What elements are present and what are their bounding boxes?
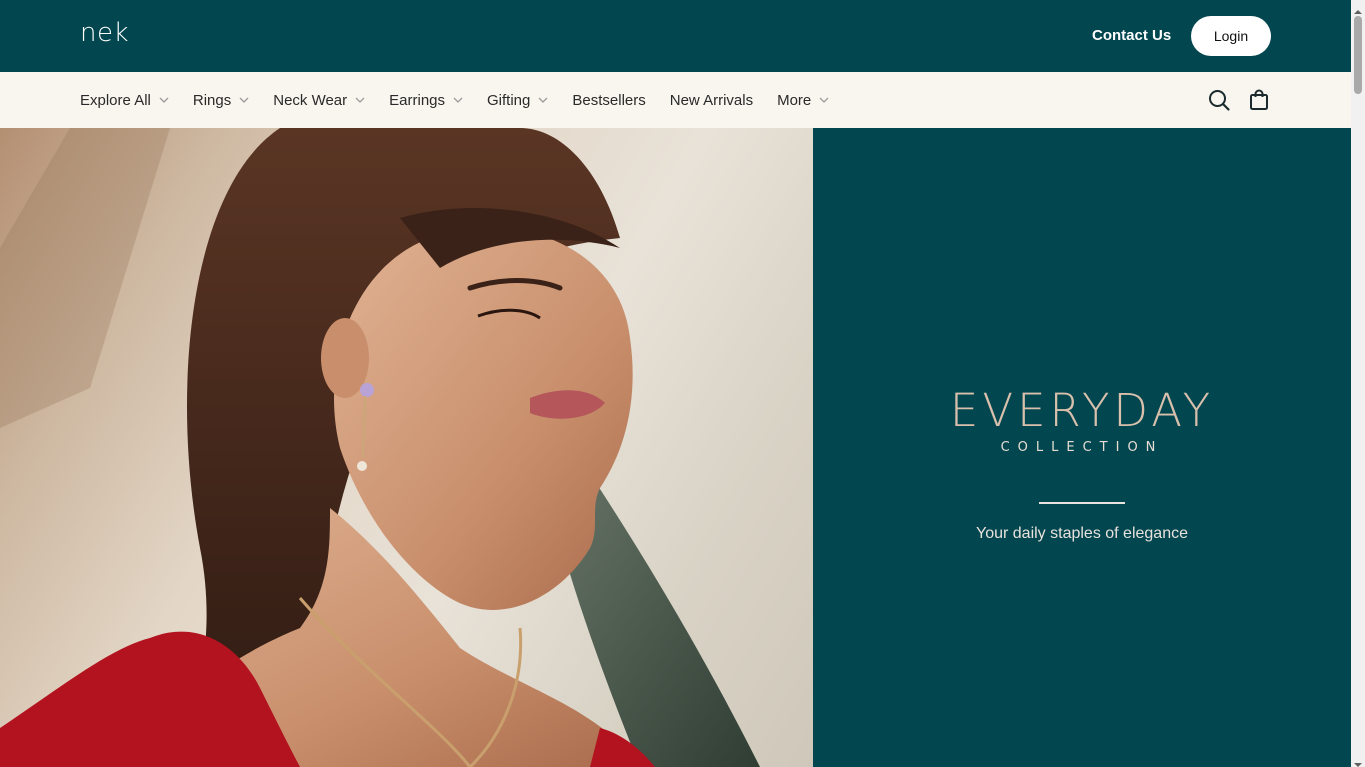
login-button[interactable]: Login (1191, 16, 1271, 56)
shopping-bag-icon[interactable] (1247, 88, 1271, 112)
chevron-down-icon (538, 95, 548, 105)
scrollbar-thumb[interactable] (1354, 16, 1362, 94)
nav-item-bestsellers[interactable]: Bestsellers (572, 92, 645, 109)
chevron-down-icon (355, 95, 365, 105)
nav-item-gifting[interactable]: Gifting (487, 92, 548, 109)
nav-item-label: Neck Wear (273, 91, 348, 109)
nav-item-label: Bestsellers (572, 91, 646, 109)
scroll-down-icon[interactable] (1354, 756, 1362, 767)
nav-item-more[interactable]: More (777, 92, 829, 109)
brand-logo[interactable]: nek (80, 18, 129, 48)
nav-item-neck-wear[interactable]: Neck Wear (273, 92, 365, 109)
top-header: nek Contact Us Login (0, 0, 1351, 72)
nav-item-label: Gifting (487, 91, 531, 109)
chevron-down-icon (159, 95, 169, 105)
nav-item-label: Explore All (80, 91, 151, 109)
search-icon[interactable] (1207, 88, 1231, 112)
contact-us-link[interactable]: Contact Us (1092, 27, 1171, 44)
collection-panel: EVERYDAY COLLECTION Your daily staples o… (813, 128, 1351, 767)
hero-banner[interactable]: EVERYDAY COLLECTION Your daily staples o… (0, 128, 1351, 767)
nav-menu: Explore All Rings Neck Wear Earrings Gif… (80, 72, 853, 128)
chevron-down-icon (819, 95, 829, 105)
nav-item-rings[interactable]: Rings (193, 92, 249, 109)
nav-item-label: Rings (192, 91, 232, 109)
main-nav: Explore All Rings Neck Wear Earrings Gif… (0, 72, 1351, 128)
hero-divider (1039, 502, 1125, 504)
nav-item-label: Earrings (389, 91, 446, 109)
nav-item-label: More (777, 91, 812, 109)
nav-item-label: New Arrivals (669, 91, 754, 109)
nav-item-new-arrivals[interactable]: New Arrivals (670, 92, 753, 109)
page-scrollbar[interactable] (1351, 0, 1365, 767)
hero-model-image (0, 128, 813, 767)
chevron-down-icon (239, 95, 249, 105)
hero-tagline: Your daily staples of elegance (976, 525, 1188, 542)
scroll-up-icon[interactable] (1354, 3, 1362, 14)
chevron-down-icon (453, 95, 463, 105)
nav-item-explore-all[interactable]: Explore All (80, 92, 169, 109)
hero-subtitle: COLLECTION (1000, 440, 1164, 455)
hero-title: EVERYDAY (949, 384, 1215, 437)
nav-item-earrings[interactable]: Earrings (389, 92, 463, 109)
